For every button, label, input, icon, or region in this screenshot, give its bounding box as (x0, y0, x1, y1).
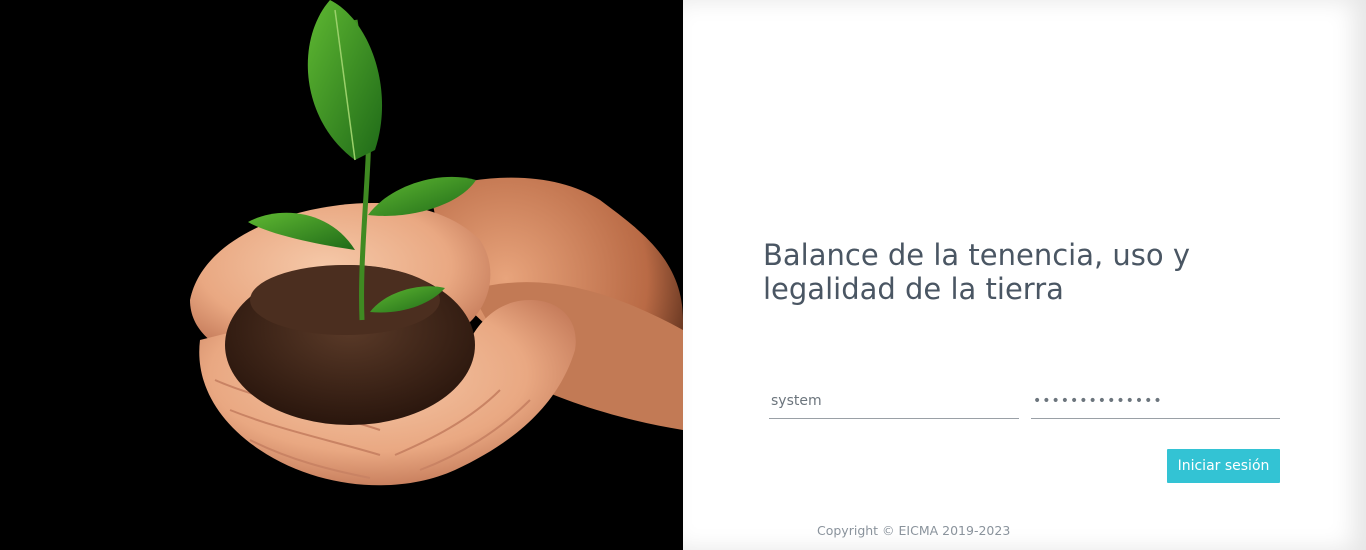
login-panel: Balance de la tenencia, uso y legalidad … (683, 0, 1366, 550)
plant-sprout-in-hands-image (0, 0, 683, 550)
password-field[interactable] (1031, 384, 1280, 419)
page-title: Balance de la tenencia, uso y legalidad … (763, 238, 1191, 306)
login-button[interactable]: Iniciar sesión (1167, 449, 1280, 483)
copyright-text: Copyright © EICMA 2019-2023 (817, 523, 1011, 538)
username-field[interactable] (769, 384, 1019, 419)
login-page: Balance de la tenencia, uso y legalidad … (0, 0, 1366, 550)
